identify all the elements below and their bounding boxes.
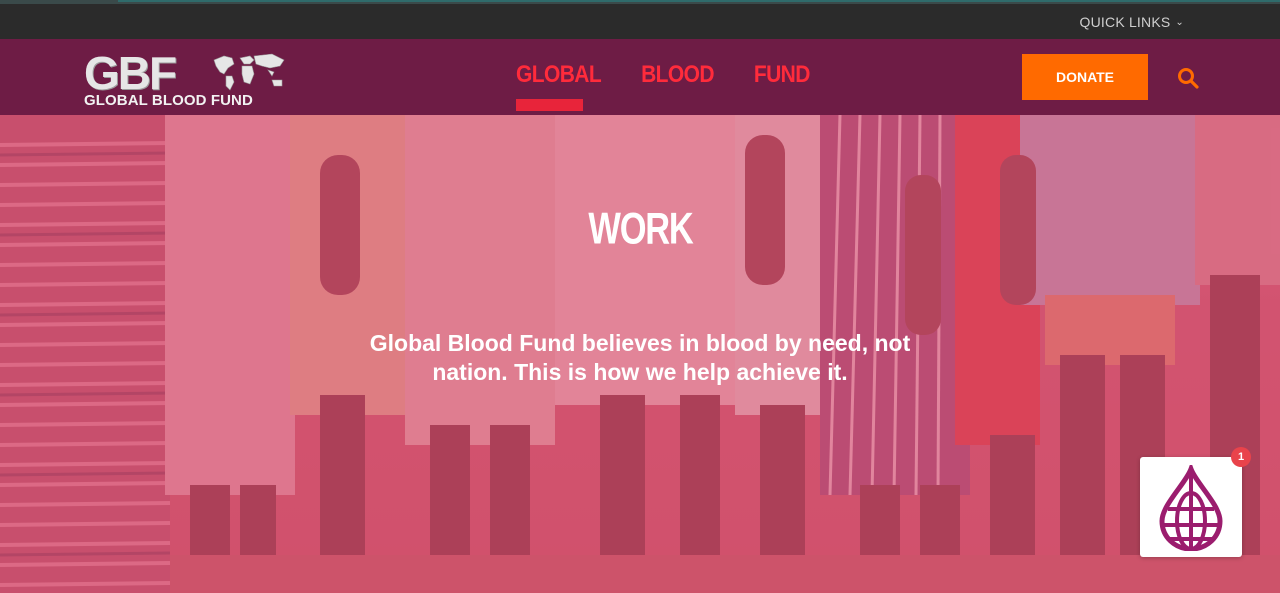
logo-subtitle: GLOBAL BLOOD FUND — [84, 92, 253, 109]
quick-links-dropdown[interactable]: QUICK LINKS ⌄ — [1080, 14, 1184, 30]
site-header: GBF GLOBAL BLOOD FUND GLOBAL BLOOD FUND … — [0, 39, 1280, 115]
notification-badge: 1 — [1231, 447, 1251, 467]
nav-item-fund[interactable]: FUND — [754, 61, 811, 89]
hero-title: WORK — [587, 203, 693, 254]
search-icon[interactable] — [1176, 66, 1200, 90]
nav-item-global[interactable]: GLOBAL — [516, 61, 602, 89]
active-nav-indicator — [516, 99, 583, 111]
utility-bar: QUICK LINKS ⌄ — [0, 0, 1280, 39]
nav-item-blood[interactable]: BLOOD — [641, 61, 714, 89]
top-accent-line — [118, 0, 1280, 2]
chat-widget-button[interactable] — [1140, 457, 1242, 557]
blood-drop-globe-icon — [1159, 465, 1223, 551]
site-logo[interactable]: GBF GLOBAL BLOOD FUND — [82, 46, 292, 110]
world-map-icon — [213, 53, 285, 91]
chevron-down-icon: ⌄ — [1175, 16, 1184, 28]
hero-section: WORK Global Blood Fund believes in blood… — [0, 115, 1280, 593]
main-nav: GLOBAL BLOOD FUND — [516, 61, 811, 89]
hero-description: Global Blood Fund believes in blood by n… — [369, 330, 911, 385]
quick-links-label: QUICK LINKS — [1079, 14, 1171, 30]
donate-button[interactable]: DONATE — [1022, 54, 1148, 100]
